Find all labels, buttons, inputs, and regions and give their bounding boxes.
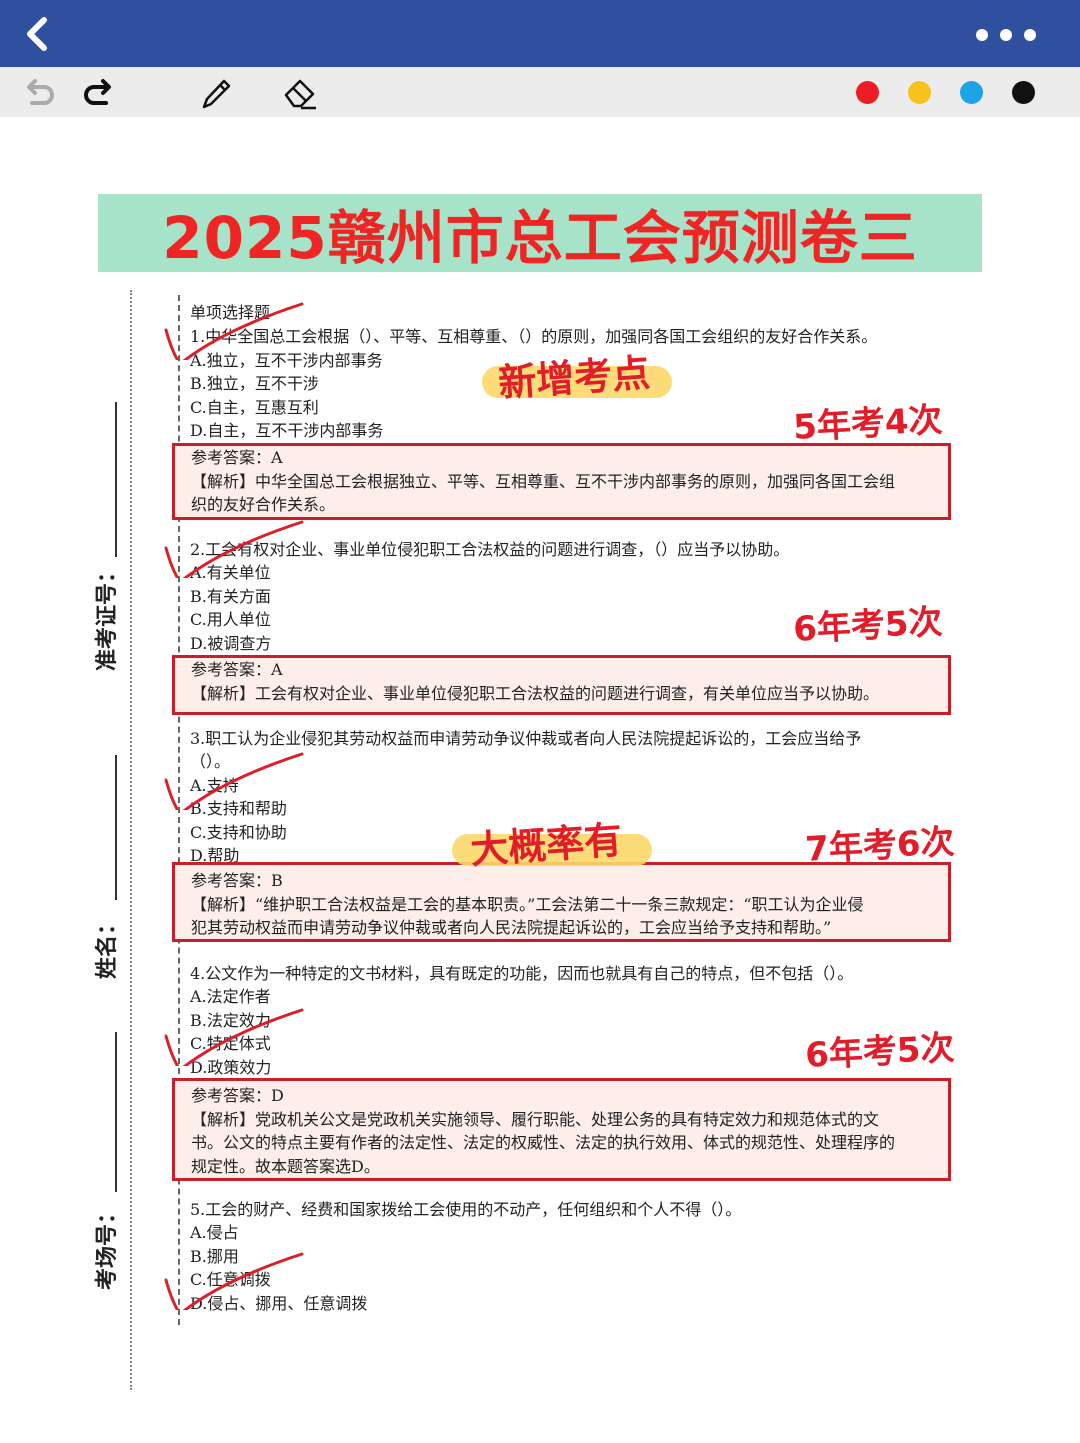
question-2-option-b: B.有关方面 (190, 587, 271, 606)
question-4-answer-box: 参考答案：D 【解析】党政机关公文是党政机关实施领导、履行职能、处理公务的具有特… (172, 1078, 951, 1181)
page-title: 2025赣州市总工会预测卷三 (162, 204, 918, 272)
question-2-option-c: C.用人单位 (190, 610, 271, 629)
tag-high-probability: 大概率有 (468, 817, 624, 873)
undo-icon[interactable] (22, 75, 58, 111)
check-mark-annotation (164, 752, 304, 810)
redo-icon[interactable] (80, 75, 116, 111)
red-color-swatch[interactable] (856, 81, 879, 104)
question-4-analysis-line-1: 【解析】党政机关公文是党政机关实施领导、履行职能、处理公务的具有特定效力和规范体… (191, 1109, 880, 1129)
question-3-option-c: C.支持和协助 (190, 823, 287, 842)
name-label: 姓名： (95, 913, 120, 980)
back-icon[interactable] (18, 14, 58, 54)
question-2-answer: 参考答案：A (191, 660, 283, 679)
question-1-analysis-line-1: 【解析】中华全国总工会根据独立、平等、互相尊重、互不干涉内部事务的原则，加强同各… (191, 471, 896, 491)
room-label: 考场号： (95, 1202, 120, 1291)
title-banner: 2025赣州市总工会预测卷三 (98, 194, 982, 272)
name-underline (115, 755, 117, 900)
check-mark-annotation (164, 302, 304, 360)
frequency-note-3: 7年考6次 (804, 822, 956, 870)
question-4-stem: 4.公文作为一种特定的文书材料，具有既定的功能，因而也就具有自己的特点，但不包括… (190, 964, 854, 983)
tag-new-point: 新增考点 (496, 350, 652, 406)
question-4-analysis-line-2: 书。公文的特点主要有作者的法定性、法定的权威性、法定的执行效用、体式的规范性、处… (191, 1133, 896, 1152)
question-5-stem: 5.工会的财产、经费和国家拨给工会使用的不动产，任何组织和个人不得（）。 (190, 1200, 742, 1219)
question-4-option-a: A.法定作者 (190, 987, 271, 1006)
question-2-analysis-line-1: 【解析】工会有权对企业、事业单位侵犯职工合法权益的问题进行调查，有关单位应当予以… (191, 683, 880, 703)
question-1-option-d: D.自主，互不干涉内部事务 (190, 421, 384, 440)
question-1-answer: 参考答案：A (191, 448, 283, 467)
black-color-swatch[interactable] (1012, 81, 1035, 104)
top-app-bar (0, 0, 1080, 67)
check-mark-annotation (164, 1008, 304, 1066)
question-4-analysis-line-3: 规定性。故本题答案选D。 (191, 1156, 380, 1176)
question-3-answer-box: 参考答案：B 【解析】“维护职工合法权益是工会的基本职责。”工会法第二十一条三款… (172, 862, 951, 942)
question-1-option-c: C.自主，互惠互利 (190, 398, 319, 417)
check-mark-annotation (164, 520, 304, 578)
more-options-icon[interactable] (972, 26, 1044, 44)
question-3-analysis-line-1: 【解析】“维护职工合法权益是工会的基本职责。”工会法第二十一条三款规定：“职工认… (191, 894, 864, 914)
question-1-option-b: B.独立，互不干涉 (190, 374, 319, 393)
question-2-answer-box: 参考答案：A 【解析】工会有权对企业、事业单位侵犯职工合法权益的问题进行调查，有… (172, 655, 951, 715)
pen-icon[interactable] (198, 75, 234, 111)
drawing-toolbar (0, 67, 1080, 117)
question-4-answer: 参考答案：D (191, 1086, 284, 1105)
question-2-option-d: D.被调查方 (190, 634, 272, 653)
check-mark-annotation (164, 1252, 304, 1310)
binding-dotted-line (130, 290, 132, 1390)
exam-id-underline (115, 402, 117, 557)
question-3-analysis-line-2: 犯其劳动权益而申请劳动争议仲裁或者向人民法院提起诉讼的，工会应当给予支持和帮助。… (191, 918, 832, 937)
question-1-answer-box: 参考答案：A 【解析】中华全国总工会根据独立、平等、互相尊重、互不干涉内部事务的… (172, 443, 951, 520)
yellow-color-swatch[interactable] (908, 81, 931, 104)
room-underline (115, 1032, 117, 1192)
frequency-note-1: 5年考4次 (792, 400, 944, 448)
frequency-note-2: 6年考5次 (792, 602, 944, 650)
blue-color-swatch[interactable] (960, 81, 983, 104)
frequency-note-4: 6年考5次 (804, 1028, 956, 1076)
question-3-stem: 3.职工认为企业侵犯其劳动权益而申请劳动争议仲裁或者向人民法院提起诉讼的，工会应… (190, 729, 862, 748)
question-1-analysis-line-2: 织的友好合作关系。 (191, 495, 336, 514)
question-5-option-a: A.侵占 (190, 1223, 239, 1242)
eraser-icon[interactable] (282, 75, 318, 111)
exam-id-label: 准考证号： (95, 560, 120, 671)
